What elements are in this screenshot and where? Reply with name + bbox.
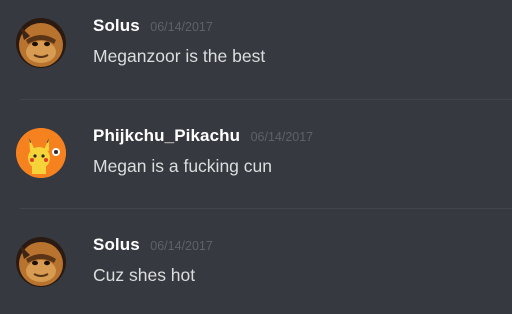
- solus-avatar-icon: [16, 18, 66, 68]
- pikachu-avatar-icon: [16, 128, 66, 178]
- message-text: Cuz shes hot: [93, 265, 196, 285]
- message-header: Phijkchu_Pikachu 06/14/2017: [93, 126, 313, 146]
- solus-avatar-icon: [16, 237, 66, 287]
- timestamp: 06/14/2017: [150, 239, 213, 253]
- message-divider: [20, 99, 512, 100]
- message-divider: [20, 208, 512, 209]
- avatar[interactable]: [16, 18, 66, 68]
- message-group: Solus 06/14/2017 Cuz shes hot: [0, 219, 512, 309]
- timestamp: 06/14/2017: [250, 130, 314, 144]
- message-group: Solus 06/14/2017 Meganzoor is the best: [0, 0, 512, 90]
- timestamp: 06/14/2017: [150, 20, 213, 34]
- username[interactable]: Solus: [93, 16, 140, 35]
- message-header: Solus 06/14/2017: [93, 235, 213, 255]
- avatar[interactable]: [16, 128, 66, 178]
- message-text: Megan is a fucking cun: [93, 156, 272, 176]
- message-text: Meganzoor is the best: [93, 46, 266, 66]
- avatar[interactable]: [16, 237, 66, 287]
- username[interactable]: Phijkchu_Pikachu: [93, 126, 240, 145]
- message-group: Phijkchu_Pikachu 06/14/2017 Megan is a f…: [0, 110, 512, 200]
- message-header: Solus 06/14/2017: [93, 16, 213, 36]
- username[interactable]: Solus: [93, 235, 140, 254]
- chat-messages: Solus 06/14/2017 Meganzoor is the best P…: [0, 0, 512, 314]
